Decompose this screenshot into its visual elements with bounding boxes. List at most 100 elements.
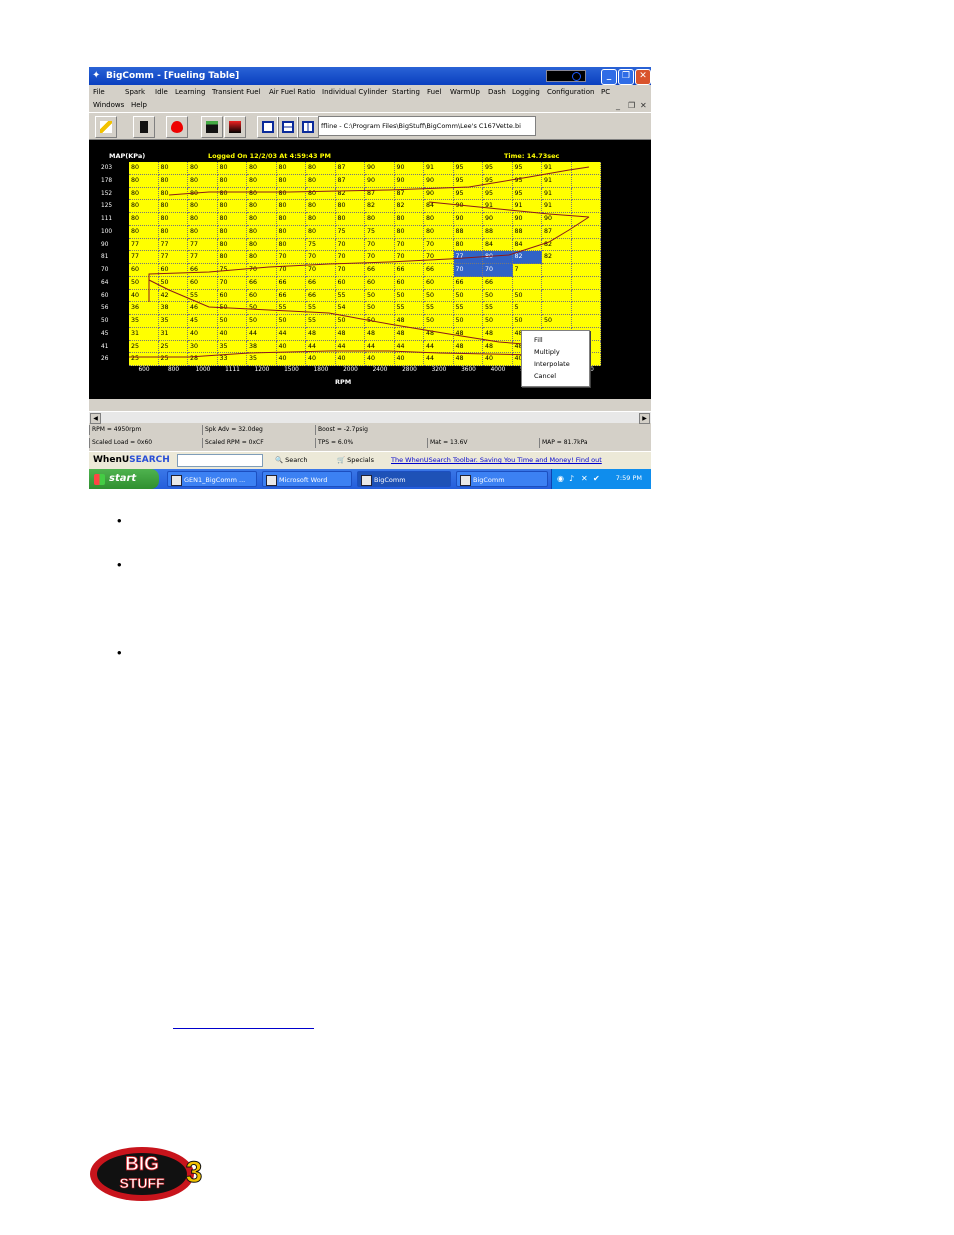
status-spark-advance: Spk Adv = 32.0deg — [202, 425, 263, 435]
y-axis-title: MAP(KPa) — [109, 152, 146, 160]
start-button[interactable]: start — [89, 469, 159, 489]
bullet-3: • — [117, 645, 122, 660]
security-icon[interactable]: ✕ — [581, 474, 590, 483]
rpm-label: 3200 — [431, 367, 447, 373]
menu-individual-cylinder[interactable]: Individual Cylinder — [322, 88, 387, 96]
fuel-pump-tool-button[interactable] — [133, 116, 155, 138]
status-tps: TPS = 6.0% — [315, 438, 353, 448]
whenusearch-specials-button[interactable]: 🛒 Specials — [337, 456, 374, 464]
whenusearch-promo-link[interactable]: The WhenUSearch Toolbar. Saving You Time… — [391, 456, 602, 464]
map-label: 50 — [101, 318, 109, 324]
rpm-label: 1000 — [195, 367, 211, 373]
mdi-close-button[interactable]: ✕ — [640, 101, 647, 110]
file-path-field: ffline - C:\Program Files\BigStuff\BigCo… — [318, 116, 536, 136]
map-label: 125 — [101, 203, 113, 210]
map-label: 152 — [101, 190, 113, 197]
map-label: 178 — [101, 177, 113, 184]
map-label: 70 — [101, 267, 109, 273]
menu-dash[interactable]: Dash — [488, 88, 506, 96]
menu-configuration[interactable]: Configuration — [547, 88, 594, 96]
logged-timestamp: Logged On 12/2/03 At 4:59:43 PM — [208, 152, 331, 160]
connection-indicator — [546, 70, 586, 82]
status-scaled-load: Scaled Load = 0x60 — [89, 438, 152, 448]
context-multiply[interactable]: Multiply — [534, 348, 560, 356]
tile-horizontal-icon — [282, 121, 294, 133]
menu-file[interactable]: File — [93, 88, 105, 96]
context-menu: Fill Multiply Interpolate Cancel — [521, 330, 590, 387]
taskbar: start GEN1_BigComm ... Microsoft Word Bi… — [89, 469, 651, 489]
network-icon[interactable]: ◉ — [557, 474, 566, 483]
map-label: 81 — [101, 254, 109, 261]
menu-fuel[interactable]: Fuel — [427, 88, 441, 96]
bigcomm-icon — [361, 475, 372, 486]
hyperlink-underline[interactable] — [173, 1028, 314, 1029]
windows-logo-icon — [94, 474, 105, 485]
status-scaled-rpm: Scaled RPM = 0xCF — [202, 438, 264, 448]
context-fill[interactable]: Fill — [534, 336, 543, 344]
status-row-2: Scaled Load = 0x60 Scaled RPM = 0xCF TPS… — [89, 438, 651, 449]
mdi-minimize-button[interactable]: _ — [616, 101, 620, 110]
status-boost: Boost = -2.7psig — [315, 425, 368, 435]
heart-tool-button[interactable] — [166, 116, 188, 138]
rpm-label: 600 — [138, 367, 150, 373]
menu-pc[interactable]: PC — [601, 88, 610, 96]
update-icon[interactable]: ✔ — [593, 474, 602, 483]
horizontal-scrollbar[interactable]: ◀ ▶ — [89, 411, 651, 424]
fueling-table-panel: MAP(KPa) Logged On 12/2/03 At 4:59:43 PM… — [89, 140, 651, 399]
heart-icon — [171, 121, 183, 133]
status-row-1: RPM = 4950rpm Spk Adv = 32.0deg Boost = … — [89, 425, 651, 436]
close-button[interactable]: ✕ — [635, 69, 651, 85]
restore-button[interactable]: ❐ — [618, 69, 634, 85]
graph-tool-button[interactable] — [201, 116, 223, 138]
big-stuff-logo: BIG STUFF 3 — [90, 1147, 203, 1201]
scroll-right-icon[interactable]: ▶ — [639, 413, 650, 424]
menu-learning[interactable]: Learning — [175, 88, 205, 96]
menu-starting[interactable]: Starting — [392, 88, 420, 96]
cascade-windows-button[interactable] — [257, 116, 279, 138]
menu-spark[interactable]: Spark — [125, 88, 145, 96]
map-label: 60 — [101, 292, 109, 299]
task-bigcomm-folder[interactable]: BigComm — [456, 471, 548, 487]
status-mat: Mat = 13.6V — [427, 438, 468, 448]
clock: 7:59 PM — [615, 474, 642, 482]
menu-warmup[interactable]: WarmUp — [450, 88, 480, 96]
mdi-restore-button[interactable]: ❐ — [628, 101, 635, 110]
task-microsoft-word[interactable]: Microsoft Word — [262, 471, 352, 487]
tile-vertical-icon — [302, 121, 314, 133]
menu-windows[interactable]: Windows — [93, 101, 124, 109]
svg-text:STUFF: STUFF — [119, 1175, 165, 1191]
rpm-label: 3600 — [461, 367, 476, 373]
up-arrow-tool-button[interactable] — [224, 116, 246, 138]
status-rpm: RPM = 4950rpm — [89, 425, 141, 435]
fuel-pump-icon — [140, 121, 148, 133]
system-tray: ◉ ♪ ✕ ✔ 7:59 PM — [551, 469, 651, 489]
context-interpolate[interactable]: Interpolate — [534, 360, 570, 368]
whenusearch-search-button[interactable]: 🔍 Search — [275, 456, 308, 464]
tile-horizontal-button[interactable] — [277, 116, 299, 138]
status-light-icon — [572, 72, 581, 81]
task-gen1-bigcomm[interactable]: GEN1_BigComm ... — [167, 471, 257, 487]
map-label: 100 — [101, 228, 113, 235]
context-cancel[interactable]: Cancel — [534, 372, 556, 380]
tile-vertical-button[interactable] — [297, 116, 319, 138]
graph-icon — [206, 121, 218, 133]
document-icon — [171, 475, 182, 486]
map-label: 64 — [101, 279, 109, 286]
bullet-1: • — [117, 513, 122, 528]
menu-help[interactable]: Help — [131, 101, 147, 109]
scroll-left-icon[interactable]: ◀ — [90, 413, 101, 424]
whenusearch-input[interactable] — [177, 454, 263, 467]
menu-logging[interactable]: Logging — [512, 88, 540, 96]
task-bigcomm-active[interactable]: BigComm — [357, 471, 451, 487]
svg-text:BIG: BIG — [125, 1154, 159, 1175]
menu-idle[interactable]: Idle — [155, 88, 168, 96]
minimize-button[interactable]: _ — [601, 69, 617, 85]
menu-air-fuel-ratio[interactable]: Air Fuel Ratio — [269, 88, 315, 96]
map-label: 203 — [101, 165, 113, 171]
lightning-tool-button[interactable] — [95, 116, 117, 138]
rpm-label: 1111 — [225, 367, 240, 373]
volume-icon[interactable]: ♪ — [569, 474, 578, 483]
folder-icon — [460, 475, 471, 486]
menu-transient-fuel[interactable]: Transient Fuel — [212, 88, 261, 96]
rpm-label: 1200 — [254, 367, 270, 373]
